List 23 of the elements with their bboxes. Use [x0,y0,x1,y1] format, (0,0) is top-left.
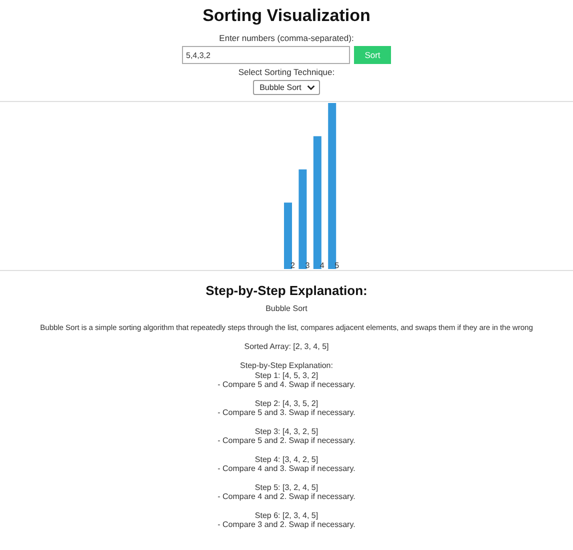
sorted-array: Sorted Array: [2, 3, 4, 5] [244,342,329,352]
bar [284,202,292,269]
step-state: Step 3: [4, 3, 2, 5] [254,426,318,436]
steps-heading: Step-by-Step Explanation: [240,361,333,370]
step-state: Step 5: [3, 2, 4, 5] [254,482,318,492]
step-note: - Compare 5 and 4. Swap if necessary. [218,380,356,390]
technique-dropdown[interactable]: Bubble Sort [252,80,320,95]
section-heading: Step-by-Step Explanation: [206,283,368,298]
numbers-input[interactable]: 5,4,3,2 [182,46,350,64]
step-state: Step 4: [3, 4, 2, 5] [254,454,318,464]
chevron-down-icon [307,85,316,90]
step-note: - Compare 3 and 2. Swap if necessary. [218,520,356,530]
input-label: Enter numbers (comma-separated): [219,32,354,44]
step-note: - Compare 5 and 2. Swap if necessary. [218,436,356,446]
technique-label: Select Sorting Technique: [238,66,335,78]
step-note: - Compare 4 and 3. Swap if necessary. [218,464,356,474]
algorithm-name: Bubble Sort [266,304,308,314]
step-state: Step 2: [4, 3, 5, 2] [254,398,318,408]
step-note: - Compare 4 and 2. Swap if necessary. [218,492,356,502]
step-state: Step 6: [2, 3, 4, 5] [254,510,318,520]
step-note: - Compare 5 and 3. Swap if necessary. [218,408,356,418]
page-title: Sorting Visualization [202,6,370,26]
step-state: Step 1: [4, 5, 3, 2] [254,370,318,380]
